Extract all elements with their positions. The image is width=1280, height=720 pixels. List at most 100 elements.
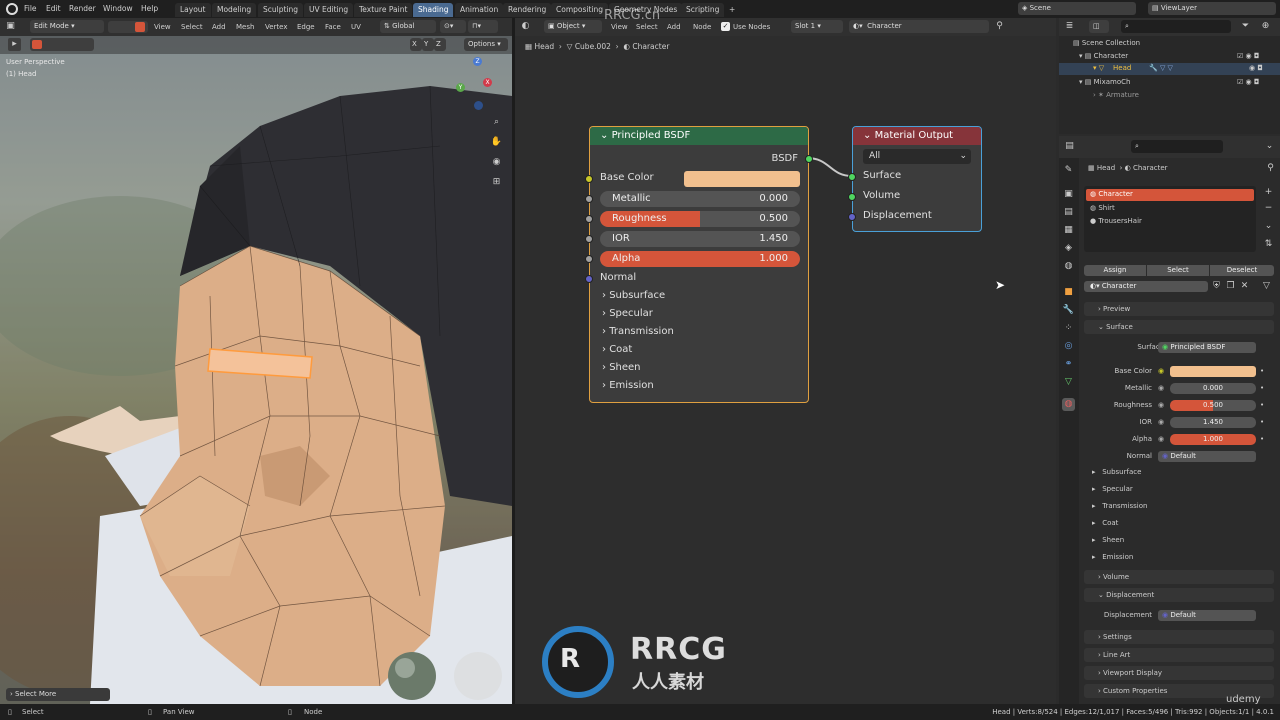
select-new-icon[interactable] bbox=[32, 40, 42, 49]
face-select-icon[interactable] bbox=[135, 22, 145, 32]
axis-z[interactable]: Z bbox=[434, 38, 446, 51]
outliner-search-input[interactable]: ⌕ bbox=[1121, 20, 1231, 33]
options-button[interactable]: Options ▾ bbox=[464, 38, 508, 51]
menu-edit[interactable]: Edit bbox=[46, 0, 61, 18]
panel-subsurface[interactable]: › Subsurface bbox=[602, 290, 665, 301]
use-nodes-checkbox[interactable]: ✓ bbox=[721, 22, 730, 31]
render-tab-icon[interactable]: ▣ bbox=[1062, 188, 1075, 201]
new-collection-icon[interactable]: ⊕ bbox=[1259, 20, 1272, 33]
tab-compositing[interactable]: Compositing bbox=[551, 3, 609, 17]
snap-toggle[interactable]: ⊓▾ bbox=[468, 20, 498, 33]
bsdf-node-header[interactable]: ⌄ Principled BSDF bbox=[590, 127, 808, 145]
tab-rendering[interactable]: Rendering bbox=[503, 3, 552, 17]
slot-row-trousershair[interactable]: ● TrousersHair bbox=[1090, 217, 1142, 225]
tab-uv-editing[interactable]: UV Editing bbox=[304, 3, 354, 17]
preview-section[interactable]: › Preview bbox=[1084, 302, 1274, 316]
zoom-icon[interactable]: ⌕ bbox=[490, 116, 503, 129]
assign-button[interactable]: Assign bbox=[1084, 265, 1146, 276]
menu-vertex[interactable]: Vertex bbox=[265, 18, 288, 36]
material-datablock-selector[interactable]: ◐▾ Character bbox=[1084, 281, 1208, 292]
subpanel-transmission[interactable]: ▸ Transmission bbox=[1092, 502, 1147, 510]
slot-menu-icon[interactable]: ⌄ bbox=[1262, 220, 1275, 233]
keyframe-dot-icon[interactable]: • bbox=[1260, 401, 1264, 409]
navigation-gizmo[interactable]: Z X Y bbox=[452, 54, 508, 114]
displacement-section[interactable]: ⌄ Displacement bbox=[1084, 588, 1274, 602]
physics-tab-icon[interactable]: ◎ bbox=[1062, 340, 1075, 353]
displacement-field[interactable]: ◉ Default bbox=[1158, 610, 1256, 621]
fake-user-icon[interactable]: ⛨ bbox=[1210, 280, 1223, 293]
gizmo-y-axis[interactable]: Y bbox=[456, 83, 465, 92]
selection-mode-buttons[interactable] bbox=[30, 38, 94, 51]
subpanel-coat[interactable]: ▸ Coat bbox=[1092, 519, 1118, 527]
outliner-row-mixamoch[interactable]: ▾ ▤ MixamoCh bbox=[1079, 78, 1130, 86]
deselect-button[interactable]: Deselect bbox=[1210, 265, 1274, 276]
slot-row-character[interactable]: ◍ Character bbox=[1086, 189, 1254, 201]
tab-sculpting[interactable]: Sculpting bbox=[258, 3, 304, 17]
properties-search-input[interactable]: ⌕ bbox=[1131, 140, 1223, 153]
material-selector[interactable]: ◐▾ Character bbox=[849, 20, 989, 33]
tab-layout[interactable]: Layout bbox=[175, 3, 211, 17]
socket-icon[interactable]: ◉ bbox=[1158, 401, 1164, 409]
scene-selector[interactable]: ◈ Scene bbox=[1018, 2, 1136, 15]
outliner-row-head[interactable]: ▾ ▽ Head 🔧 ▽ ▽ ◉ ◘ bbox=[1059, 63, 1280, 75]
menu-window[interactable]: Window bbox=[103, 0, 133, 18]
view-layer-selector[interactable]: ▤ ViewLayer bbox=[1148, 2, 1276, 15]
normal-field[interactable]: ◉ Default bbox=[1158, 451, 1256, 462]
mode-selector[interactable]: Edit Mode ▾ bbox=[30, 20, 104, 33]
roughness-field[interactable]: Roughness 0.500 bbox=[600, 211, 800, 227]
settings-section[interactable]: › Settings bbox=[1084, 630, 1274, 644]
tool-tab-icon[interactable]: ✎ bbox=[1062, 164, 1075, 177]
ior-field[interactable]: 1.450 bbox=[1170, 417, 1256, 428]
shader-type-selector[interactable]: ▣ Object ▾ bbox=[544, 20, 602, 33]
socket-icon[interactable]: ◉ bbox=[1158, 384, 1164, 392]
gizmo-z-axis[interactable]: Z bbox=[473, 57, 482, 66]
menu-render[interactable]: Render bbox=[69, 0, 96, 18]
tab-texture-paint[interactable]: Texture Paint bbox=[354, 3, 413, 17]
socket-icon[interactable]: ◉ bbox=[1158, 418, 1164, 426]
slot-row-shirt[interactable]: ◍ Shirt bbox=[1090, 204, 1115, 212]
panel-coat[interactable]: › Coat bbox=[602, 344, 632, 355]
properties-editor-icon[interactable]: ▤ bbox=[1063, 140, 1076, 153]
panel-specular[interactable]: › Specular bbox=[602, 308, 653, 319]
world-tab-icon[interactable]: ◍ bbox=[1062, 260, 1075, 273]
output-node-header[interactable]: ⌄ Material Output bbox=[853, 127, 981, 145]
unlink-icon[interactable]: ✕ bbox=[1238, 280, 1251, 293]
displacement-socket[interactable] bbox=[848, 213, 856, 221]
panel-emission[interactable]: › Emission bbox=[602, 380, 654, 391]
menu-view[interactable]: View bbox=[154, 18, 171, 36]
orientation-selector[interactable]: ⇅ Global bbox=[380, 20, 436, 33]
line-art-section[interactable]: › Line Art bbox=[1084, 648, 1274, 662]
material-output-node[interactable]: ⌄ Material Output All ⌄ Surface Volume Di… bbox=[848, 126, 982, 232]
roughness-socket[interactable] bbox=[585, 215, 593, 223]
pin-icon[interactable]: ⚲ bbox=[1264, 162, 1277, 175]
surface-shader-field[interactable]: ◉ Principled BSDF bbox=[1158, 342, 1256, 353]
socket-icon[interactable]: ◉ bbox=[1158, 367, 1164, 375]
filter-icon[interactable]: ⏷ bbox=[1239, 20, 1252, 33]
3d-viewport[interactable]: User Perspective (1) Head Z X Y ⌕ ✋ ◉ ⊞ … bbox=[0, 36, 512, 704]
outliner-row-character[interactable]: ▾ ▤ Character bbox=[1079, 52, 1128, 60]
toolbar-toggle-icon[interactable]: ▸ bbox=[8, 38, 21, 51]
metallic-field[interactable]: 0.000 bbox=[1170, 383, 1256, 394]
base-color-swatch[interactable] bbox=[684, 171, 800, 187]
menu-add[interactable]: Add bbox=[212, 18, 226, 36]
view-layer-tab-icon[interactable]: ▦ bbox=[1062, 224, 1075, 237]
alpha-socket[interactable] bbox=[585, 255, 593, 263]
menu-select[interactable]: Select bbox=[181, 18, 203, 36]
ior-socket[interactable] bbox=[585, 235, 593, 243]
axis-y[interactable]: Y bbox=[422, 38, 434, 51]
material-tab-icon[interactable]: ◍ bbox=[1062, 398, 1075, 411]
menu-help[interactable]: Help bbox=[141, 0, 158, 18]
tab-animation[interactable]: Animation bbox=[455, 3, 504, 17]
metallic-field[interactable]: Metallic 0.000 bbox=[600, 191, 800, 207]
socket-icon[interactable]: ◉ bbox=[1158, 435, 1164, 443]
panel-transmission[interactable]: › Transmission bbox=[602, 326, 674, 337]
bsdf-output-socket[interactable] bbox=[805, 155, 813, 163]
select-more-panel[interactable]: › Select More bbox=[6, 688, 110, 701]
panel-sheen[interactable]: › Sheen bbox=[602, 362, 641, 373]
character-head-mesh[interactable] bbox=[0, 36, 512, 704]
pin-icon[interactable]: ⚲ bbox=[993, 20, 1006, 33]
normal-socket[interactable] bbox=[585, 275, 593, 283]
add-workspace-button[interactable]: + bbox=[724, 3, 740, 17]
constraints-tab-icon[interactable]: ⚭ bbox=[1062, 358, 1075, 371]
move-slot-icon[interactable]: ⇅ bbox=[1262, 238, 1275, 251]
